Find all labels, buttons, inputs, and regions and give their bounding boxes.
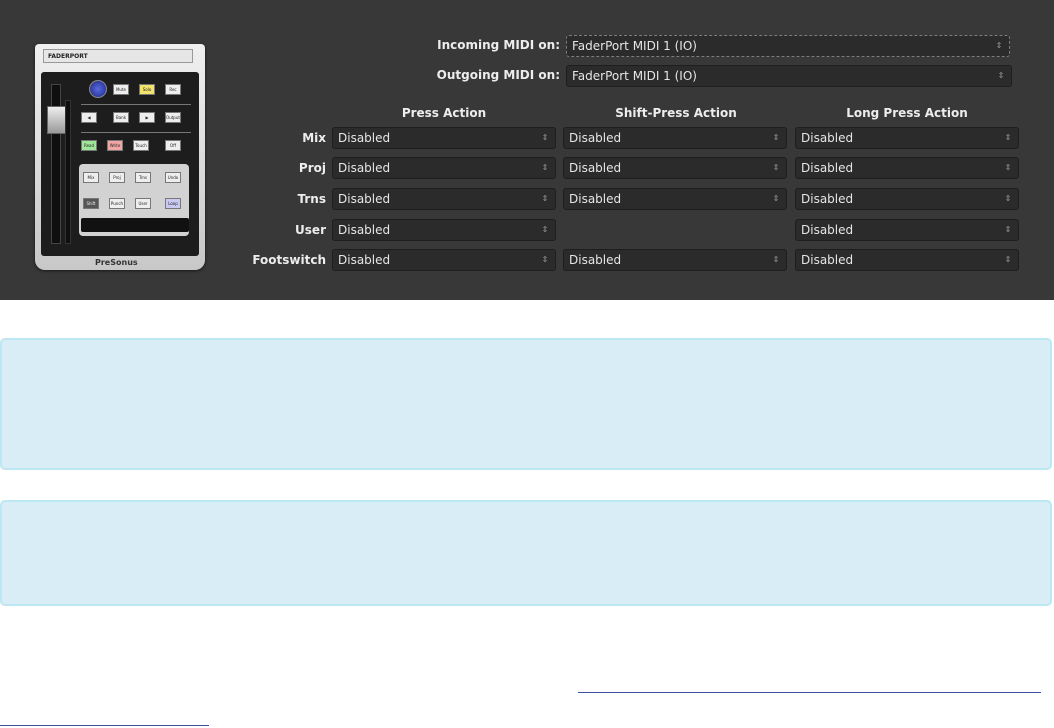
fader-slot [65, 100, 71, 244]
device-solo-button: Solo [139, 84, 155, 95]
updown-chevron-icon: ⇕ [1004, 194, 1012, 203]
footswitch-long-select[interactable]: Disabled ⇕ [795, 249, 1019, 271]
updown-chevron-icon: ⇕ [1004, 255, 1012, 264]
updown-chevron-icon: ⇕ [1004, 163, 1012, 172]
select-value: Disabled [801, 161, 854, 175]
updown-chevron-icon: ⇕ [1004, 225, 1012, 234]
info-box [0, 338, 1052, 470]
device-divider [81, 132, 191, 133]
row-label-proj: Proj [298, 161, 326, 175]
select-value: Disabled [801, 131, 854, 145]
updown-chevron-icon: ⇕ [772, 255, 780, 264]
trns-press-select[interactable]: Disabled ⇕ [332, 188, 556, 210]
device-output-button: Output [165, 112, 181, 123]
footswitch-shift-select[interactable]: Disabled ⇕ [563, 249, 787, 271]
mix-press-select[interactable]: Disabled ⇕ [332, 127, 556, 149]
device-lower-face: Mix Proj Trns Undo Shift Punch User Loop [79, 164, 189, 236]
device-read-button: Read [81, 140, 97, 151]
device-undo-button: Undo [165, 172, 181, 183]
mix-long-select[interactable]: Disabled ⇕ [795, 127, 1019, 149]
select-value: Disabled [338, 192, 391, 206]
device-right-button: ▶ [139, 112, 155, 123]
select-value: Disabled [801, 223, 854, 237]
updown-chevron-icon: ⇕ [541, 255, 549, 264]
updown-chevron-icon: ⇕ [772, 194, 780, 203]
select-value: Disabled [338, 131, 391, 145]
device-bank-button: Bank [113, 112, 129, 123]
incoming-midi-label: Incoming MIDI on: [437, 38, 560, 52]
incoming-midi-value: FaderPort MIDI 1 (IO) [572, 39, 697, 53]
faderport-settings-panel: FADERPORT Mute Solo Rec ◀ Bank ▶ Output … [0, 0, 1054, 300]
device-divider [81, 104, 191, 105]
updown-chevron-icon: ⇕ [997, 71, 1005, 80]
trns-long-select[interactable]: Disabled ⇕ [795, 188, 1019, 210]
link-underline[interactable] [0, 725, 209, 726]
device-shift-button: Shift [83, 198, 99, 209]
mix-shift-select[interactable]: Disabled ⇕ [563, 127, 787, 149]
pan-knob [89, 80, 107, 98]
updown-chevron-icon: ⇕ [541, 163, 549, 172]
device-off-button: Off [165, 140, 181, 151]
long-press-action-header: Long Press Action [846, 106, 968, 120]
device-trns-button: Trns [135, 172, 151, 183]
updown-chevron-icon: ⇕ [772, 133, 780, 142]
press-action-header: Press Action [401, 106, 487, 120]
footswitch-press-select[interactable]: Disabled ⇕ [332, 249, 556, 271]
updown-chevron-icon: ⇕ [541, 194, 549, 203]
device-user-button: User [135, 198, 151, 209]
device-write-button: Write [107, 140, 123, 151]
device-rec-button: Rec [165, 84, 181, 95]
device-transport-bar [81, 218, 189, 232]
row-label-trns: Trns [297, 192, 326, 206]
proj-long-select[interactable]: Disabled ⇕ [795, 157, 1019, 179]
proj-shift-select[interactable]: Disabled ⇕ [563, 157, 787, 179]
user-press-select[interactable]: Disabled ⇕ [332, 219, 556, 241]
device-touch-button: Touch [133, 140, 149, 151]
incoming-midi-select[interactable]: FaderPort MIDI 1 (IO) ⇕ [566, 35, 1010, 57]
updown-chevron-icon: ⇕ [1004, 133, 1012, 142]
proj-press-select[interactable]: Disabled ⇕ [332, 157, 556, 179]
select-value: Disabled [338, 161, 391, 175]
select-value: Disabled [569, 131, 622, 145]
updown-chevron-icon: ⇕ [541, 133, 549, 142]
select-value: Disabled [569, 192, 622, 206]
outgoing-midi-value: FaderPort MIDI 1 (IO) [572, 69, 697, 83]
device-proj-button: Proj [109, 172, 125, 183]
trns-shift-select[interactable]: Disabled ⇕ [563, 188, 787, 210]
select-value: Disabled [338, 253, 391, 267]
user-long-select[interactable]: Disabled ⇕ [795, 219, 1019, 241]
select-value: Disabled [801, 253, 854, 267]
link-underline[interactable] [578, 692, 1041, 693]
select-value: Disabled [801, 192, 854, 206]
presonus-logo: PreSonus [95, 258, 138, 267]
row-label-user: User [295, 223, 326, 237]
select-value: Disabled [338, 223, 391, 237]
device-loop-button: Loop [165, 198, 181, 209]
info-box [0, 500, 1052, 606]
select-value: Disabled [569, 161, 622, 175]
device-mix-button: Mix [83, 172, 99, 183]
row-label-footswitch: Footswitch [252, 253, 326, 267]
device-model-label: FADERPORT [43, 49, 193, 63]
device-mute-button: Mute [113, 84, 129, 95]
faderport-device-image: FADERPORT Mute Solo Rec ◀ Bank ▶ Output … [35, 44, 205, 270]
row-label-mix: Mix [302, 131, 326, 145]
outgoing-midi-select[interactable]: FaderPort MIDI 1 (IO) ⇕ [566, 65, 1012, 87]
fader-cap [47, 106, 67, 134]
select-value: Disabled [569, 253, 622, 267]
shift-press-action-header: Shift-Press Action [615, 106, 737, 120]
updown-chevron-icon: ⇕ [772, 163, 780, 172]
device-left-button: ◀ [81, 112, 97, 123]
updown-chevron-icon: ⇕ [995, 41, 1003, 50]
updown-chevron-icon: ⇕ [541, 225, 549, 234]
outgoing-midi-label: Outgoing MIDI on: [436, 68, 560, 82]
device-punch-button: Punch [109, 198, 125, 209]
